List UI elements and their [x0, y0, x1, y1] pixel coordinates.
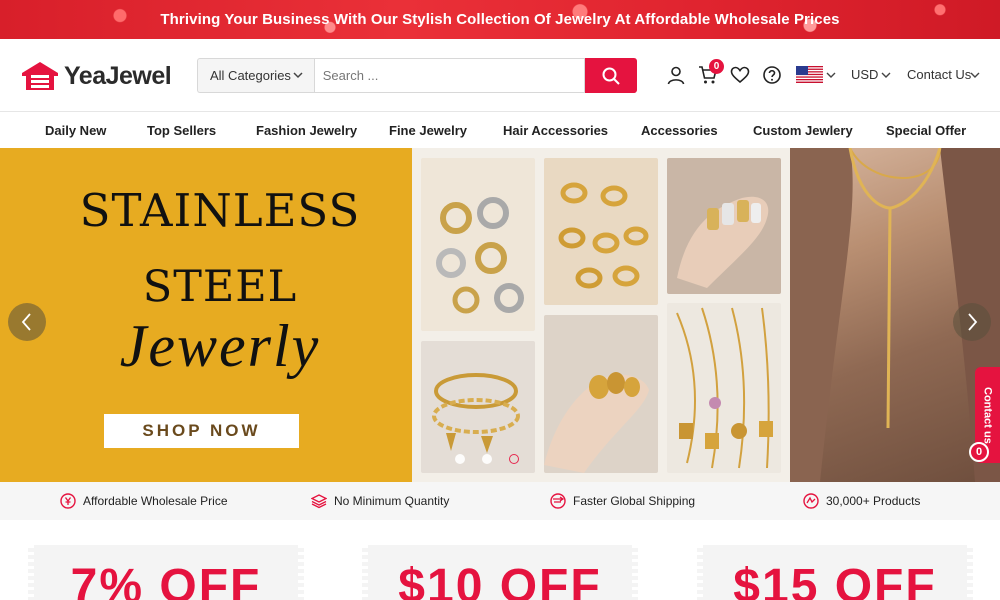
chevron-down-icon[interactable]: [881, 70, 891, 80]
rings-image: [544, 158, 658, 305]
hand-rings-image: [667, 158, 781, 294]
earrings-image: [421, 158, 535, 331]
help-button[interactable]: [762, 65, 782, 85]
price-tag-icon: [60, 493, 76, 509]
main-nav: Daily New Top Sellers Fashion Jewelry Fi…: [0, 113, 1000, 148]
wishlist-button[interactable]: [730, 65, 750, 85]
coupon-card[interactable]: 7% OFF: [28, 545, 304, 600]
promo-banner[interactable]: Thriving Your Business With Our Stylish …: [0, 0, 1000, 39]
chevron-down-icon[interactable]: [970, 70, 980, 80]
chevron-right-icon: [968, 313, 978, 331]
logo-text: YeaJewel: [64, 61, 172, 90]
nav-item-custom-jewelry[interactable]: Custom Jewlery: [753, 123, 853, 138]
user-icon: [667, 66, 685, 85]
search-button[interactable]: [585, 58, 637, 93]
us-flag-icon[interactable]: [796, 66, 823, 83]
contact-count-badge: 0: [969, 442, 989, 462]
logo-house-icon: [22, 62, 58, 90]
cart-count-badge: 0: [709, 59, 724, 74]
feature-label: Faster Global Shipping: [573, 494, 696, 508]
shop-now-button[interactable]: SHOP NOW: [104, 414, 299, 448]
search-bar: All Categories: [197, 58, 637, 93]
hero-promo-panel: STAINLESS STEEL Jewerly SHOP NOW: [0, 148, 412, 482]
carousel-dot-active[interactable]: [509, 454, 519, 464]
chevron-left-icon: [21, 313, 31, 331]
products-icon: [803, 493, 819, 509]
feature-strip: Affordable Wholesale Price No Minimum Qu…: [0, 482, 1000, 520]
coupon-amount: 7% OFF: [70, 560, 262, 600]
feature-label: Affordable Wholesale Price: [83, 494, 228, 508]
carousel-prev-button[interactable]: [8, 303, 46, 341]
heart-icon: [730, 66, 750, 84]
category-select[interactable]: All Categories: [197, 58, 314, 93]
contact-tab-label: Contact us: [981, 386, 994, 444]
coupon-section: 7% OFF $10 OFF $15 OFF: [0, 520, 1000, 600]
chevron-down-icon: [293, 72, 303, 79]
site-header: YeaJewel All Categories 0: [0, 39, 1000, 112]
nav-item-special-offer[interactable]: Special Offer: [886, 123, 966, 138]
promo-text: Thriving Your Business With Our Stylish …: [160, 11, 840, 28]
nav-item-fashion-jewelry[interactable]: Fashion Jewelry: [256, 123, 357, 138]
hero-title-line3: Jewerly: [119, 313, 321, 379]
hero-title-line1: STAINLESS: [79, 184, 361, 237]
logo[interactable]: YeaJewel: [20, 60, 172, 92]
search-input[interactable]: [313, 58, 586, 93]
account-button[interactable]: [666, 65, 686, 85]
nav-item-hair-accessories[interactable]: Hair Accessories: [503, 123, 608, 138]
chunky-rings-image: [544, 315, 658, 473]
nav-item-fine-jewelry[interactable]: Fine Jewelry: [389, 123, 467, 138]
hero-title-line2: STEEL: [142, 262, 298, 312]
coupon-amount: $10 OFF: [398, 560, 602, 600]
layers-icon: [311, 494, 327, 509]
feature-label: No Minimum Quantity: [334, 494, 450, 508]
hero-carousel[interactable]: STAINLESS STEEL Jewerly SHOP NOW: [0, 148, 1000, 482]
currency-selector[interactable]: USD: [851, 67, 878, 82]
feature-item: 30,000+ Products: [803, 493, 920, 509]
nav-item-top-sellers[interactable]: Top Sellers: [147, 123, 216, 138]
coupon-amount: $15 OFF: [733, 560, 937, 600]
feature-label: 30,000+ Products: [826, 494, 921, 508]
carousel-pagination: [455, 454, 519, 464]
nav-item-accessories[interactable]: Accessories: [641, 123, 718, 138]
carousel-dot[interactable]: [455, 454, 465, 464]
jewelry-collage: [412, 148, 790, 482]
nav-item-daily-new[interactable]: Daily New: [45, 123, 106, 138]
contact-us-link[interactable]: Contact Us: [907, 67, 971, 82]
necklaces-image: [667, 303, 781, 473]
feature-item: No Minimum Quantity: [311, 493, 449, 509]
category-select-label: All Categories: [210, 68, 291, 83]
carousel-next-button[interactable]: [953, 303, 991, 341]
search-icon: [602, 67, 620, 85]
chevron-down-icon[interactable]: [826, 70, 836, 80]
shipping-icon: [550, 493, 566, 509]
feature-item: Affordable Wholesale Price: [60, 493, 228, 509]
coupon-card[interactable]: $15 OFF: [697, 545, 973, 600]
coupon-card[interactable]: $10 OFF: [362, 545, 638, 600]
carousel-dot[interactable]: [482, 454, 492, 464]
feature-item: Faster Global Shipping: [550, 493, 695, 509]
help-icon: [763, 66, 781, 84]
